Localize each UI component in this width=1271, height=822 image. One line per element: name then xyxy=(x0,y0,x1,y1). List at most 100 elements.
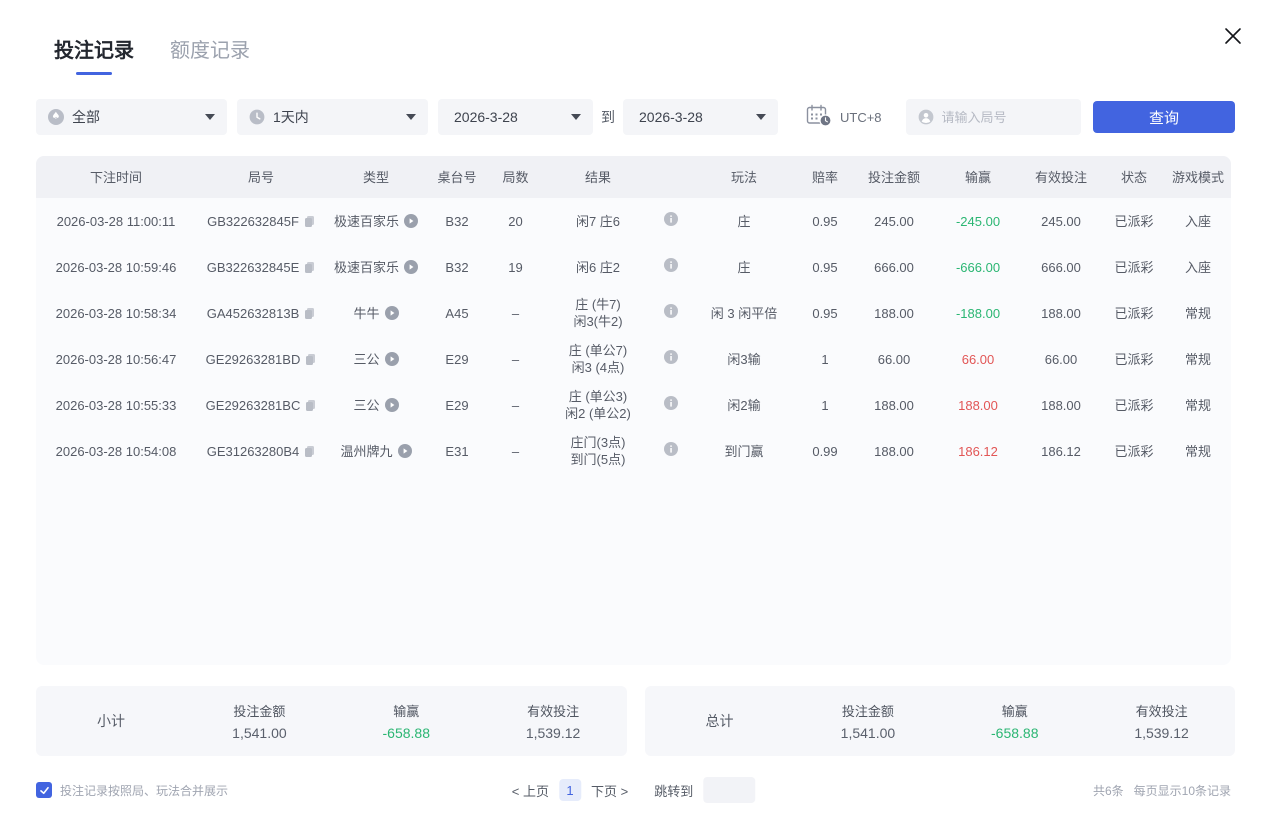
next-page-button[interactable]: 下页 > xyxy=(591,781,628,800)
cell-game-type: 极速百家乐 xyxy=(326,213,426,230)
cell-info xyxy=(653,396,689,414)
query-button[interactable]: 查询 xyxy=(1093,101,1235,133)
cell-bet-time: 2026-03-28 10:56:47 xyxy=(55,351,177,367)
info-icon[interactable] xyxy=(664,350,678,364)
play-icon[interactable] xyxy=(397,444,412,458)
cell-bet-time: 2026-03-28 10:54:08 xyxy=(55,443,177,459)
jump-to-label: 跳转到 xyxy=(654,783,694,799)
copy-icon[interactable] xyxy=(304,215,315,228)
cell-bet-amount: 188.00 xyxy=(874,305,914,321)
date-from-select[interactable]: 2026-3-28 xyxy=(438,99,593,135)
result-line2: 闲2 (单公2) xyxy=(565,406,631,421)
subtotal-valid-bet: 有效投注 1,539.12 xyxy=(480,701,627,741)
date-range-to-label: 到 xyxy=(601,109,615,125)
round-id-text: GA452632813B xyxy=(206,305,300,321)
merge-checkbox[interactable] xyxy=(36,782,52,798)
total-winloss-value: -658.88 xyxy=(991,725,1039,741)
cell-valid-bet: 666.00 xyxy=(1041,259,1081,275)
total-bet-caption: 投注金额 xyxy=(841,704,894,719)
cell-play: 闲3输 xyxy=(727,351,761,367)
date-to-select[interactable]: 2026-3-28 xyxy=(623,99,778,135)
play-icon[interactable] xyxy=(404,214,418,228)
cell-round-id: GB322632845E xyxy=(196,259,326,276)
copy-icon[interactable] xyxy=(305,399,316,412)
col-header-table-no: 桌台号 xyxy=(437,169,477,185)
game-type-text: 极速百家乐 xyxy=(333,213,399,229)
tab-betting-records[interactable]: 投注记录 xyxy=(54,34,134,75)
cell-status: 已派彩 xyxy=(1114,351,1154,367)
total-records-label: 共6条 xyxy=(1092,783,1124,798)
cell-game-type: 极速百家乐 xyxy=(326,259,426,276)
cell-rounds: – xyxy=(511,443,520,459)
col-header-valid-bet: 有效投注 xyxy=(1034,169,1087,185)
col-header-bet-amount: 投注金额 xyxy=(867,169,920,185)
info-icon[interactable] xyxy=(664,212,678,226)
col-header-play: 玩法 xyxy=(730,169,757,185)
play-icon[interactable] xyxy=(384,398,399,412)
col-header-rounds: 局数 xyxy=(502,169,529,185)
copy-icon[interactable] xyxy=(304,445,315,458)
result-line1: 闲7 庄6 xyxy=(575,213,621,229)
cell-valid-bet: 186.12 xyxy=(1041,443,1081,459)
cell-round-id: GE29263281BC xyxy=(196,397,326,414)
subtotal-label: 小计 xyxy=(97,713,125,729)
betting-records-table: 下注时间 局号 类型 桌台号 局数 结果 玩法 赔率 投注金额 输赢 有效投注 … xyxy=(36,156,1231,665)
prev-page-button[interactable]: < 上页 xyxy=(512,781,549,800)
round-id-text: GB322632845E xyxy=(206,259,300,275)
result-line2: 到门(5点) xyxy=(570,452,626,467)
cell-game-type: 三公 xyxy=(326,351,426,368)
col-header-odds: 赔率 xyxy=(811,169,838,185)
info-icon[interactable] xyxy=(664,442,678,456)
subtotal-winloss-value: -658.88 xyxy=(382,725,430,741)
calendar-clock-icon[interactable] xyxy=(806,104,840,130)
cell-bet-amount: 188.00 xyxy=(874,397,914,413)
cell-info xyxy=(653,304,689,322)
subtotal-bet-value: 1,541.00 xyxy=(232,725,287,741)
info-icon[interactable] xyxy=(664,258,678,272)
cell-rounds: – xyxy=(511,397,520,413)
cell-table-no: E31 xyxy=(445,443,469,459)
game-type-value: 全部 xyxy=(72,109,100,125)
chevron-down-icon xyxy=(406,114,416,120)
cell-play: 到门赢 xyxy=(724,443,764,459)
total-card: 总计 投注金额 1,541.00 输赢 -658.88 有效投注 1,539.1… xyxy=(644,686,1235,756)
current-page-button[interactable]: 1 xyxy=(558,779,581,801)
cell-result: 庄 (牛7) 闲3(牛2) xyxy=(543,296,653,330)
cell-round-id: GA452632813B xyxy=(196,305,326,322)
total-valid-bet: 有效投注 1,539.12 xyxy=(1088,701,1235,741)
cell-bet-amount: 66.00 xyxy=(877,351,911,367)
close-icon[interactable] xyxy=(1221,24,1245,48)
cell-play: 闲2输 xyxy=(727,397,761,413)
info-icon[interactable] xyxy=(664,304,678,318)
copy-icon[interactable] xyxy=(305,353,316,366)
cell-table-no: A45 xyxy=(445,305,469,321)
cell-odds: 0.99 xyxy=(812,443,838,459)
cell-play: 庄 xyxy=(737,213,751,229)
subtotal-bet-caption: 投注金额 xyxy=(233,704,286,719)
tab-quota-records[interactable]: 额度记录 xyxy=(170,34,250,63)
cell-game-type: 牛牛 xyxy=(326,305,426,322)
result-line2: 闲3(牛2) xyxy=(573,314,623,329)
copy-icon[interactable] xyxy=(304,307,315,320)
cell-winloss: 186.12 xyxy=(937,443,1019,460)
copy-icon[interactable] xyxy=(304,261,315,274)
result-line1: 庄 (单公7) xyxy=(568,343,628,358)
cell-winloss: 188.00 xyxy=(937,397,1019,414)
chevron-down-icon xyxy=(756,114,766,120)
jump-page-input[interactable] xyxy=(703,777,756,803)
search-input[interactable] xyxy=(941,109,1062,125)
round-id-text: GB322632845F xyxy=(207,213,299,229)
play-icon[interactable] xyxy=(404,260,418,274)
game-type-text: 牛牛 xyxy=(353,305,380,321)
cell-table-no: B32 xyxy=(445,213,469,229)
play-icon[interactable] xyxy=(384,306,399,320)
cell-game-mode: 入座 xyxy=(1184,213,1211,229)
cell-info xyxy=(653,442,689,460)
betting-records-modal: 投注记录 额度记录 ♠ 全部 1天内 2026-3-28 到 2026-3-28 xyxy=(0,0,1271,822)
play-icon[interactable] xyxy=(384,352,399,366)
info-icon[interactable] xyxy=(664,396,678,410)
game-type-select[interactable]: ♠ 全部 xyxy=(36,99,227,135)
game-type-text: 三公 xyxy=(353,351,380,367)
cell-bet-time: 2026-03-28 11:00:11 xyxy=(56,213,176,229)
time-range-select[interactable]: 1天内 xyxy=(237,99,428,135)
